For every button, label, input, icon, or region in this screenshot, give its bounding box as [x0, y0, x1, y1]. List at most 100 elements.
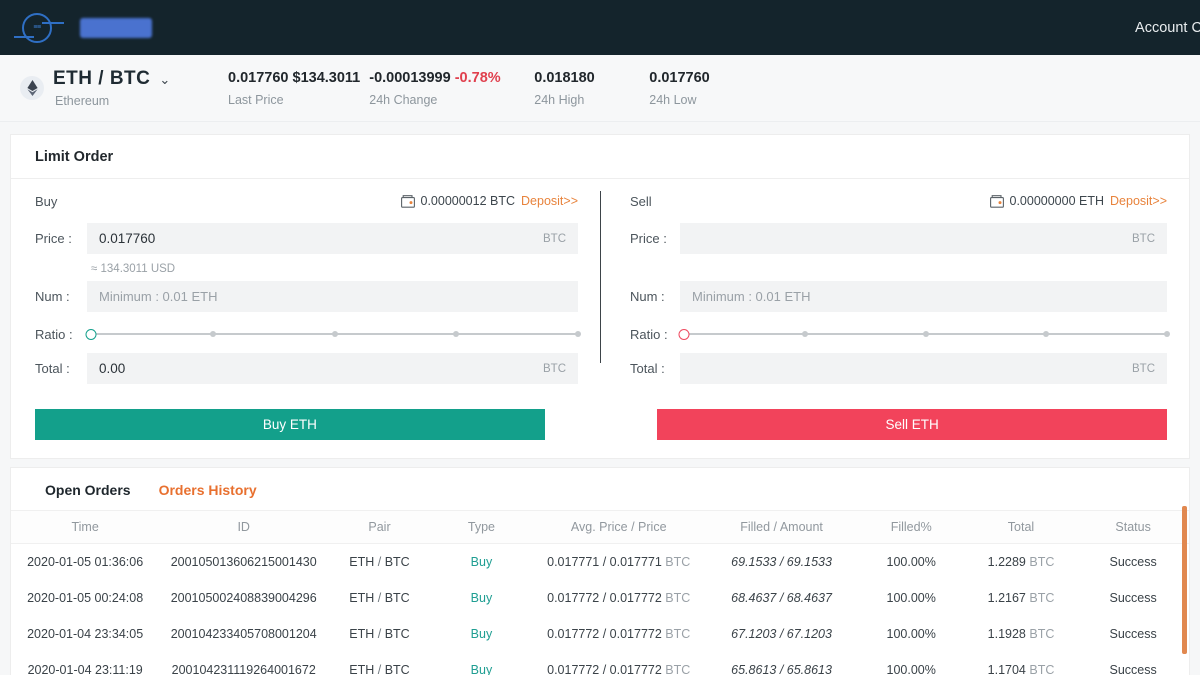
- tab-orders-history[interactable]: Orders History: [159, 482, 257, 498]
- orders-history-table: Time ID Pair Type Avg. Price / Price Fil…: [11, 510, 1189, 675]
- table-row[interactable]: 2020-01-05 00:24:08200105002408839004296…: [11, 580, 1189, 616]
- high-value: 0.018180: [534, 70, 640, 86]
- cell-filled-amount: 67.1203 / 67.1203: [705, 616, 857, 652]
- sell-slider-tick-75[interactable]: [1043, 331, 1049, 337]
- buy-total-unit: BTC: [543, 363, 566, 375]
- sell-deposit-link[interactable]: Deposit>>: [1110, 194, 1167, 208]
- tab-open-orders[interactable]: Open Orders: [45, 482, 131, 498]
- buy-ratio-slider[interactable]: [91, 327, 578, 341]
- cell-status: Success: [1077, 544, 1189, 581]
- brand-wordmark-redacted: [80, 18, 152, 38]
- table-row[interactable]: 2020-01-04 23:11:19200104231119264001672…: [11, 652, 1189, 675]
- buy-deposit-link[interactable]: Deposit>>: [521, 194, 578, 208]
- cell-time: 2020-01-05 01:36:06: [11, 544, 159, 581]
- cell-type[interactable]: Buy: [431, 580, 532, 616]
- cell-time: 2020-01-05 00:24:08: [11, 580, 159, 616]
- sell-slider-tick-100[interactable]: [1164, 331, 1170, 337]
- cell-status: Success: [1077, 652, 1189, 675]
- buy-balance-group: 0.00000012 BTC Deposit>>: [401, 194, 579, 208]
- cell-pair: ETH / BTC: [328, 544, 431, 581]
- sell-ratio-slider[interactable]: [684, 327, 1167, 341]
- cell-type[interactable]: Buy: [431, 616, 532, 652]
- buy-slider-tick-25[interactable]: [210, 331, 216, 337]
- cell-total: 1.1704 BTC: [965, 652, 1078, 675]
- account-center-link[interactable]: Account Ce: [1135, 20, 1200, 36]
- sell-slider-tick-25[interactable]: [802, 331, 808, 337]
- sell-eth-button[interactable]: Sell ETH: [657, 409, 1167, 440]
- cell-filled-pct: 100.00%: [858, 616, 965, 652]
- sell-slider-handle[interactable]: [679, 329, 690, 340]
- buy-slider-handle[interactable]: [86, 329, 97, 340]
- sell-balance-amount: 0.00000000 ETH: [1010, 194, 1105, 208]
- sell-num-placeholder: Minimum : 0.01 ETH: [692, 289, 810, 304]
- buy-price-value: 0.017760: [99, 231, 155, 246]
- col-status: Status: [1077, 511, 1189, 544]
- sell-ratio-label: Ratio :: [630, 327, 684, 342]
- buy-slider-tick-50[interactable]: [332, 331, 338, 337]
- sell-slider-tick-50[interactable]: [923, 331, 929, 337]
- buy-total-label: Total :: [35, 361, 87, 376]
- sell-price-label: Price :: [630, 231, 680, 246]
- order-panels: Buy 0.00000012 BTC Deposit>> Price : 0.0…: [11, 179, 1189, 393]
- stat-last-price: 0.017760 $134.3011 Last Price: [228, 70, 360, 107]
- buy-price-unit: BTC: [543, 233, 566, 245]
- change-percent: -0.78%: [455, 70, 501, 86]
- buy-balance-amount: 0.00000012 BTC: [421, 194, 516, 208]
- cell-avg-price: 0.017771 / 0.017771 BTC: [532, 544, 705, 581]
- col-filled-amount: Filled / Amount: [705, 511, 857, 544]
- sell-ratio-row: Ratio :: [630, 321, 1167, 347]
- col-type: Type: [431, 511, 532, 544]
- cell-filled-amount: 65.8613 / 65.8613: [705, 652, 857, 675]
- table-row[interactable]: 2020-01-05 01:36:06200105013606215001430…: [11, 544, 1189, 581]
- chevron-down-icon[interactable]: ⌄: [159, 73, 170, 86]
- cell-time: 2020-01-04 23:34:05: [11, 616, 159, 652]
- logo-inner-mark: ≡≡: [33, 24, 40, 31]
- buy-ratio-row: Ratio :: [35, 321, 578, 347]
- col-filled-pct: Filled%: [858, 511, 965, 544]
- orders-tabs: Open Orders Orders History: [11, 468, 1189, 510]
- sell-side-label: Sell: [630, 194, 652, 209]
- orders-table-scrollbar[interactable]: [1182, 506, 1187, 654]
- stat-24h-change: -0.00013999 -0.78% 24h Change: [369, 70, 525, 107]
- cell-type[interactable]: Buy: [431, 652, 532, 675]
- buy-price-label: Price :: [35, 231, 87, 246]
- buy-eth-button[interactable]: Buy ETH: [35, 409, 545, 440]
- cell-type[interactable]: Buy: [431, 544, 532, 581]
- col-total: Total: [965, 511, 1078, 544]
- col-pair: Pair: [328, 511, 431, 544]
- stat-24h-low: 0.017760 24h Low: [649, 70, 755, 107]
- brand-logo[interactable]: ≡≡: [22, 13, 152, 43]
- change-value-group: -0.00013999 -0.78%: [369, 70, 525, 86]
- cell-avg-price: 0.017772 / 0.017772 BTC: [532, 616, 705, 652]
- sell-total-row: Total : BTC: [630, 353, 1167, 384]
- cell-avg-price: 0.017772 / 0.017772 BTC: [532, 652, 705, 675]
- low-label: 24h Low: [649, 93, 755, 107]
- buy-slider-tick-75[interactable]: [453, 331, 459, 337]
- pair-selector[interactable]: ETH / BTC ⌄ Ethereum: [20, 68, 228, 108]
- sell-price-input[interactable]: BTC: [680, 223, 1167, 254]
- buy-total-input[interactable]: 0.00 BTC: [87, 353, 578, 384]
- low-value: 0.017760: [649, 70, 755, 86]
- orders-table-head: Time ID Pair Type Avg. Price / Price Fil…: [11, 511, 1189, 544]
- cell-pair: ETH / BTC: [328, 616, 431, 652]
- buy-ratio-label: Ratio :: [35, 327, 91, 342]
- cell-id: 200104233405708001204: [159, 616, 328, 652]
- button-spacer: [545, 409, 658, 440]
- sell-num-input[interactable]: Minimum : 0.01 ETH: [680, 281, 1167, 312]
- orders-header-row: Time ID Pair Type Avg. Price / Price Fil…: [11, 511, 1189, 544]
- sell-panel-header: Sell 0.00000000 ETH Deposit>>: [630, 191, 1167, 211]
- buy-num-input[interactable]: Minimum : 0.01 ETH: [87, 281, 578, 312]
- last-price-label: Last Price: [228, 93, 360, 107]
- buy-price-input[interactable]: 0.017760 BTC: [87, 223, 578, 254]
- sell-total-label: Total :: [630, 361, 680, 376]
- buy-slider-tick-100[interactable]: [575, 331, 581, 337]
- market-ticker-bar: ETH / BTC ⌄ Ethereum 0.017760 $134.3011 …: [0, 55, 1200, 122]
- sell-price-unit: BTC: [1132, 233, 1155, 245]
- cell-status: Success: [1077, 580, 1189, 616]
- buy-num-label: Num :: [35, 289, 87, 304]
- sell-price-row: Price : BTC: [630, 223, 1167, 254]
- table-row[interactable]: 2020-01-04 23:34:05200104233405708001204…: [11, 616, 1189, 652]
- buy-total-row: Total : 0.00 BTC: [35, 353, 578, 384]
- cell-total: 1.2167 BTC: [965, 580, 1078, 616]
- sell-total-input[interactable]: BTC: [680, 353, 1167, 384]
